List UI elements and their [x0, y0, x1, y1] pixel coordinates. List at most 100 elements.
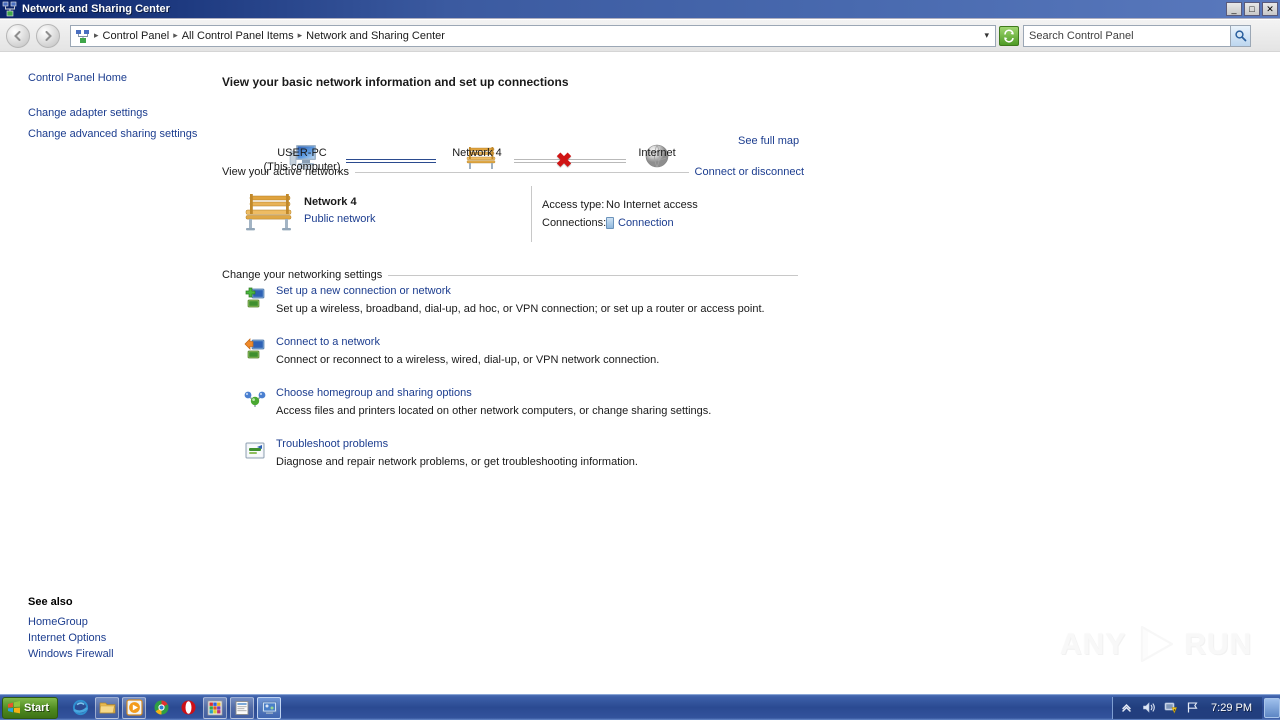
taskbar: Start 7:29 PM — [0, 694, 1280, 720]
divider — [354, 171, 689, 173]
forward-arrow-icon — [45, 30, 52, 41]
taskbar-item-colorful-app[interactable] — [203, 696, 228, 719]
breadcrumb-network-sharing-center[interactable]: Network and Sharing Center — [303, 30, 448, 42]
search-box[interactable]: Search Control Panel — [1023, 24, 1251, 47]
active-networks-title: View your active networks — [222, 166, 349, 178]
sidebar-item-change-advanced-sharing-settings[interactable]: Change advanced sharing settings — [0, 126, 197, 142]
internet-name: Internet — [638, 147, 676, 159]
close-button[interactable]: ✕ — [1262, 2, 1278, 16]
setting-title[interactable]: Troubleshoot problems — [276, 438, 388, 450]
address-toolbar: ▸ Control Panel ▸ All Control Panel Item… — [0, 20, 1280, 52]
active-network-name: Network 4 — [304, 196, 357, 208]
sidebar: Control Panel Home Change adapter settin… — [0, 53, 214, 694]
settings-list: Set up a new connection or network Set u… — [222, 285, 822, 489]
see-full-map-link[interactable]: See full map — [738, 135, 799, 147]
play-logo-icon — [1132, 621, 1178, 670]
taskbar-item-network-sharing-center[interactable] — [257, 696, 282, 719]
connections-row: Connections: Connection — [542, 214, 698, 232]
troubleshoot-icon — [244, 440, 266, 462]
setting-description: Connect or reconnect to a wireless, wire… — [276, 354, 660, 366]
taskbar-item-chrome[interactable] — [149, 697, 173, 719]
sidebar-item-internet-options[interactable]: Internet Options — [0, 630, 114, 646]
taskbar-item-internet-explorer[interactable] — [68, 697, 92, 719]
watermark-text-right: RUN — [1184, 628, 1253, 661]
network-warning-icon[interactable] — [1163, 700, 1178, 715]
sidebar-item-windows-firewall[interactable]: Windows Firewall — [0, 646, 114, 662]
taskbar-clock[interactable]: 7:29 PM — [1207, 702, 1256, 714]
active-network-details: Access type: No Internet access Connecti… — [542, 196, 698, 232]
new-connection-icon — [244, 287, 266, 309]
homegroup-icon — [244, 389, 266, 411]
refresh-icon — [1004, 28, 1014, 43]
setting-description: Access files and printers located on oth… — [276, 405, 712, 417]
start-label: Start — [24, 701, 50, 714]
internet-explorer-icon — [72, 699, 88, 716]
search-input[interactable]: Search Control Panel — [1024, 30, 1230, 42]
sidebar-item-change-adapter-settings[interactable]: Change adapter settings — [0, 105, 148, 121]
network-node-label: Network 4 — [417, 143, 537, 160]
page-title: View your basic network information and … — [222, 75, 569, 89]
anyrun-watermark: ANY RUN — [1060, 614, 1251, 676]
window-title: Network and Sharing Center — [22, 3, 170, 15]
action-center-flag-icon[interactable] — [1185, 700, 1200, 715]
start-button[interactable]: Start — [2, 696, 59, 719]
chrome-icon — [154, 700, 169, 715]
setting-title[interactable]: Choose homegroup and sharing options — [276, 387, 472, 399]
refresh-button[interactable] — [999, 25, 1019, 46]
see-also-section: See also HomeGroup Internet Options Wind… — [0, 596, 114, 662]
taskbar-item-opera[interactable] — [176, 697, 200, 719]
volume-icon[interactable] — [1141, 700, 1156, 715]
change-settings-header: Change your networking settings — [222, 269, 804, 281]
breadcrumb-control-panel[interactable]: Control Panel — [100, 30, 173, 42]
watermark-text-left: ANY — [1060, 628, 1127, 661]
taskbar-item-media-player[interactable] — [122, 696, 147, 719]
setting-title[interactable]: Set up a new connection or network — [276, 285, 451, 297]
list-item-connect-to-network[interactable]: Connect to a network Connect or reconnec… — [222, 336, 822, 387]
active-networks-header: View your active networks Connect or dis… — [222, 166, 804, 178]
quick-launch-bar — [68, 696, 282, 719]
list-item-setup-new-connection[interactable]: Set up a new connection or network Set u… — [222, 285, 822, 336]
windows-explorer-icon — [99, 702, 115, 714]
access-type-label: Access type: — [542, 199, 605, 211]
chevron-down-icon[interactable]: ▾ — [984, 30, 991, 41]
change-settings-title: Change your networking settings — [222, 269, 383, 281]
maximize-button[interactable]: □ — [1244, 2, 1260, 16]
colorful-app-icon — [207, 700, 223, 715]
opera-icon — [181, 700, 196, 715]
sidebar-item-control-panel-home[interactable]: Control Panel Home — [0, 70, 127, 86]
show-hidden-icons-icon[interactable] — [1119, 700, 1134, 715]
connection-link[interactable]: Connection — [618, 217, 674, 229]
network-map: ✖ USER-PC (This computer) Network 4 Inte… — [214, 93, 814, 173]
main-content: View your basic network information and … — [214, 53, 1280, 694]
setting-description: Diagnose and repair network problems, or… — [276, 456, 638, 468]
connection-icon — [606, 217, 614, 229]
connect-network-icon — [244, 338, 266, 360]
address-bar[interactable]: ▸ Control Panel ▸ All Control Panel Item… — [70, 24, 996, 47]
taskbar-item-document-app[interactable] — [230, 696, 255, 719]
document-app-icon — [235, 700, 249, 715]
setting-title[interactable]: Connect to a network — [276, 336, 380, 348]
window-controls: _ □ ✕ — [1226, 2, 1278, 16]
network-name: Network 4 — [452, 147, 502, 159]
forward-button[interactable] — [36, 23, 60, 48]
connect-or-disconnect-link[interactable]: Connect or disconnect — [695, 166, 804, 178]
list-item-troubleshoot-problems[interactable]: Troubleshoot problems Diagnose and repai… — [222, 438, 822, 489]
media-player-icon — [125, 699, 143, 716]
bench-icon — [242, 192, 296, 232]
divider — [388, 274, 798, 276]
control-panel-icon — [75, 28, 91, 44]
minimize-button[interactable]: _ — [1226, 2, 1242, 16]
list-item-homegroup-sharing[interactable]: Choose homegroup and sharing options Acc… — [222, 387, 822, 438]
back-arrow-icon — [14, 30, 21, 41]
internet-node-label: Internet — [597, 143, 717, 160]
taskbar-item-windows-explorer[interactable] — [95, 696, 120, 719]
window-titlebar: Network and Sharing Center _ □ ✕ — [0, 0, 1280, 19]
sidebar-item-homegroup[interactable]: HomeGroup — [0, 614, 114, 630]
magnifier-icon[interactable] — [1230, 25, 1250, 46]
active-network-type[interactable]: Public network — [304, 213, 376, 225]
access-type-row: Access type: No Internet access — [542, 196, 698, 214]
divider — [531, 186, 532, 242]
show-desktop-button[interactable] — [1264, 697, 1280, 718]
breadcrumb-all-items[interactable]: All Control Panel Items — [179, 30, 297, 42]
back-button[interactable] — [6, 23, 30, 48]
